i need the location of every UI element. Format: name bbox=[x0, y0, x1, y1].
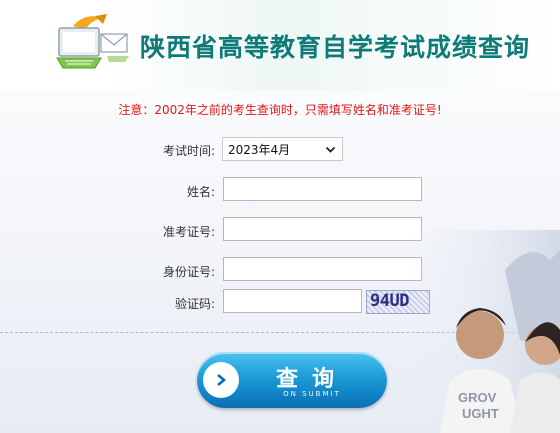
students-photo: GROV UGHT bbox=[410, 230, 560, 433]
svg-text:UGHT: UGHT bbox=[462, 406, 499, 421]
page-title: 陕西省高等教育自学考试成绩查询 bbox=[140, 33, 531, 62]
submit-label: 查询 bbox=[275, 367, 348, 392]
captcha-input[interactable] bbox=[223, 289, 362, 313]
svg-text:GROV: GROV bbox=[458, 390, 497, 405]
chevron-right-icon bbox=[217, 374, 227, 386]
chevron-down-icon bbox=[325, 146, 336, 153]
id-number-label: 身份证号: bbox=[162, 265, 215, 279]
exam-time-label: 考试时间: bbox=[162, 144, 215, 158]
exam-time-value: 2023年4月 bbox=[228, 142, 291, 157]
captcha-image-text: 94UD bbox=[370, 291, 409, 311]
exam-time-select[interactable]: 2023年4月 bbox=[222, 137, 343, 161]
name-input[interactable] bbox=[223, 177, 422, 201]
computer-envelope-icon bbox=[56, 14, 129, 69]
arrow-circle bbox=[203, 362, 239, 398]
ticket-number-input[interactable] bbox=[223, 217, 422, 241]
submit-sub-label: ON SUBMIT bbox=[283, 390, 341, 398]
captcha-label: 验证码: bbox=[174, 297, 215, 311]
name-label: 姓名: bbox=[186, 185, 215, 199]
submit-button[interactable]: 查询 ON SUBMIT bbox=[197, 352, 387, 408]
notice-text: 注意：2002年之前的考生查询时，只需填写姓名和准考证号! bbox=[118, 103, 442, 117]
id-number-input[interactable] bbox=[223, 257, 422, 281]
ticket-number-label: 准考证号: bbox=[162, 225, 215, 239]
